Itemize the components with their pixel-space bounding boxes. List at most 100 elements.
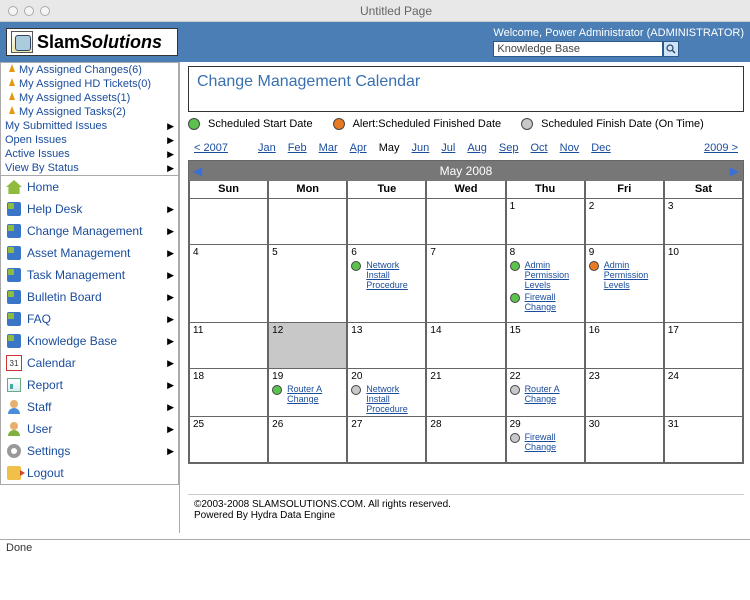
calendar-cell[interactable]: 17	[664, 323, 743, 369]
sidebar-issues-item[interactable]: Active Issues▶	[1, 147, 178, 161]
calendar-cell[interactable]: 15	[506, 323, 585, 369]
sidebar-nav-item[interactable]: Knowledge Base▶	[1, 330, 178, 352]
calendar-cell[interactable]	[268, 199, 347, 245]
calendar-cell[interactable]: 18	[189, 369, 268, 417]
calendar-cell[interactable]: 20Network Install Procedure	[347, 369, 426, 417]
month-link[interactable]: Jan	[258, 142, 276, 154]
search-input[interactable]	[493, 41, 663, 57]
sidebar-nav-item[interactable]: Logout	[1, 462, 178, 484]
month-link[interactable]: Jun	[412, 142, 430, 154]
window-zoom-icon[interactable]	[40, 6, 50, 16]
calendar-event[interactable]: Network Install Procedure	[351, 384, 422, 414]
event-link[interactable]: Firewall Change	[525, 432, 581, 452]
calendar-cell[interactable]: 28	[426, 417, 505, 463]
month-link[interactable]: Oct	[531, 142, 548, 154]
sidebar-nav-item[interactable]: Change Management▶	[1, 220, 178, 242]
event-link[interactable]: Router A Change	[525, 384, 581, 404]
calendar-cell[interactable]: 21	[426, 369, 505, 417]
month-link[interactable]: Nov	[560, 142, 580, 154]
sidebar-issues-item[interactable]: Open Issues▶	[1, 133, 178, 147]
sidebar-nav-item[interactable]: FAQ▶	[1, 308, 178, 330]
sidebar-nav-item[interactable]: Home	[1, 176, 178, 198]
event-link[interactable]: Network Install Procedure	[366, 260, 422, 290]
calendar-cell[interactable]: 3	[664, 199, 743, 245]
calendar-week: 2526272829Firewall Change3031	[189, 417, 743, 463]
calendar-cell[interactable]: 11	[189, 323, 268, 369]
calendar-cell[interactable]: 14	[426, 323, 505, 369]
calendar-cell[interactable]: 27	[347, 417, 426, 463]
calendar-next-icon[interactable]: ▶	[730, 164, 739, 178]
calendar-cell[interactable]	[426, 199, 505, 245]
calendar-cell[interactable]: 13	[347, 323, 426, 369]
sidebar-nav-item[interactable]: Staff▶	[1, 396, 178, 418]
calendar-event[interactable]: Router A Change	[510, 384, 581, 404]
sidebar-nav-item[interactable]: User▶	[1, 418, 178, 440]
calendar-cell[interactable]: 12	[268, 323, 347, 369]
month-link[interactable]: Sep	[499, 142, 519, 154]
month-link[interactable]: Apr	[350, 142, 367, 154]
sidebar-assigned-item[interactable]: My Assigned HD Tickets(0)	[1, 77, 178, 91]
calendar-cell[interactable]	[189, 199, 268, 245]
month-link[interactable]: Mar	[319, 142, 338, 154]
sidebar-assigned-item[interactable]: My Assigned Tasks(2)	[1, 105, 178, 119]
calendar-cell[interactable]: 2	[585, 199, 664, 245]
calendar-event[interactable]: Router A Change	[272, 384, 343, 404]
event-link[interactable]: Firewall Change	[525, 292, 581, 312]
calendar-event[interactable]: Admin Permission Levels	[589, 260, 660, 290]
calendar-cell[interactable]: 6Network Install Procedure	[347, 245, 426, 323]
sidebar-nav-item[interactable]: Report▶	[1, 374, 178, 396]
calendar-cell[interactable]	[347, 199, 426, 245]
event-link[interactable]: Admin Permission Levels	[525, 260, 581, 290]
sidebar-nav-item[interactable]: Asset Management▶	[1, 242, 178, 264]
calendar-cell[interactable]: 31	[664, 417, 743, 463]
logo[interactable]: SlamSolutions	[6, 28, 178, 56]
sidebar-assigned-item[interactable]: My Assigned Assets(1)	[1, 91, 178, 105]
calendar-cell[interactable]: 22Router A Change	[506, 369, 585, 417]
calendar-cell[interactable]: 5	[268, 245, 347, 323]
calendar-event[interactable]: Firewall Change	[510, 432, 581, 452]
calendar-event[interactable]: Network Install Procedure	[351, 260, 422, 290]
sidebar-nav-item[interactable]: Task Management▶	[1, 264, 178, 286]
sidebar-issues-item[interactable]: View By Status▶	[1, 161, 178, 175]
calendar-prev-icon[interactable]: ◀	[193, 164, 202, 178]
sidebar-assigned-item[interactable]: My Assigned Changes(6)	[1, 63, 178, 77]
home-icon	[6, 180, 22, 194]
calendar-cell[interactable]: 1	[506, 199, 585, 245]
calendar-cell[interactable]: 10	[664, 245, 743, 323]
calendar-cell[interactable]: 9Admin Permission Levels	[585, 245, 664, 323]
next-year-link[interactable]: 2009 >	[704, 142, 738, 154]
calendar-cell[interactable]: 8Admin Permission LevelsFirewall Change	[506, 245, 585, 323]
calendar-cell[interactable]: 16	[585, 323, 664, 369]
calendar-cell[interactable]: 23	[585, 369, 664, 417]
month-link[interactable]: Dec	[591, 142, 611, 154]
sidebar-nav-item[interactable]: Calendar▶	[1, 352, 178, 374]
event-link[interactable]: Router A Change	[287, 384, 343, 404]
calendar-cell[interactable]: 24	[664, 369, 743, 417]
sidebar-nav-item[interactable]: Settings▶	[1, 440, 178, 462]
calendar-cell[interactable]: 30	[585, 417, 664, 463]
calendar-cell[interactable]: 4	[189, 245, 268, 323]
calendar-cell[interactable]: 19Router A Change	[268, 369, 347, 417]
prev-year-link[interactable]: < 2007	[194, 142, 228, 154]
sidebar-nav-item[interactable]: Bulletin Board▶	[1, 286, 178, 308]
window-minimize-icon[interactable]	[24, 6, 34, 16]
calendar-cell[interactable]: 29Firewall Change	[506, 417, 585, 463]
legend: Scheduled Start Date Alert:Scheduled Fin…	[188, 118, 744, 130]
cube-icon	[7, 312, 21, 326]
calendar-event[interactable]: Admin Permission Levels	[510, 260, 581, 290]
calendar-day-number: 21	[430, 371, 501, 382]
month-link[interactable]: Feb	[288, 142, 307, 154]
calendar-cell[interactable]: 25	[189, 417, 268, 463]
sidebar-nav-item[interactable]: Help Desk▶	[1, 198, 178, 220]
event-link[interactable]: Admin Permission Levels	[604, 260, 660, 290]
calendar-event[interactable]: Firewall Change	[510, 292, 581, 312]
calendar-cell[interactable]: 26	[268, 417, 347, 463]
window-close-icon[interactable]	[8, 6, 18, 16]
event-link[interactable]: Network Install Procedure	[366, 384, 422, 414]
search-button[interactable]	[663, 41, 679, 57]
month-link[interactable]: Jul	[441, 142, 455, 154]
calendar-day-number: 14	[430, 325, 501, 336]
calendar-cell[interactable]: 7	[426, 245, 505, 323]
month-link[interactable]: Aug	[467, 142, 487, 154]
sidebar-issues-item[interactable]: My Submitted Issues▶	[1, 119, 178, 133]
